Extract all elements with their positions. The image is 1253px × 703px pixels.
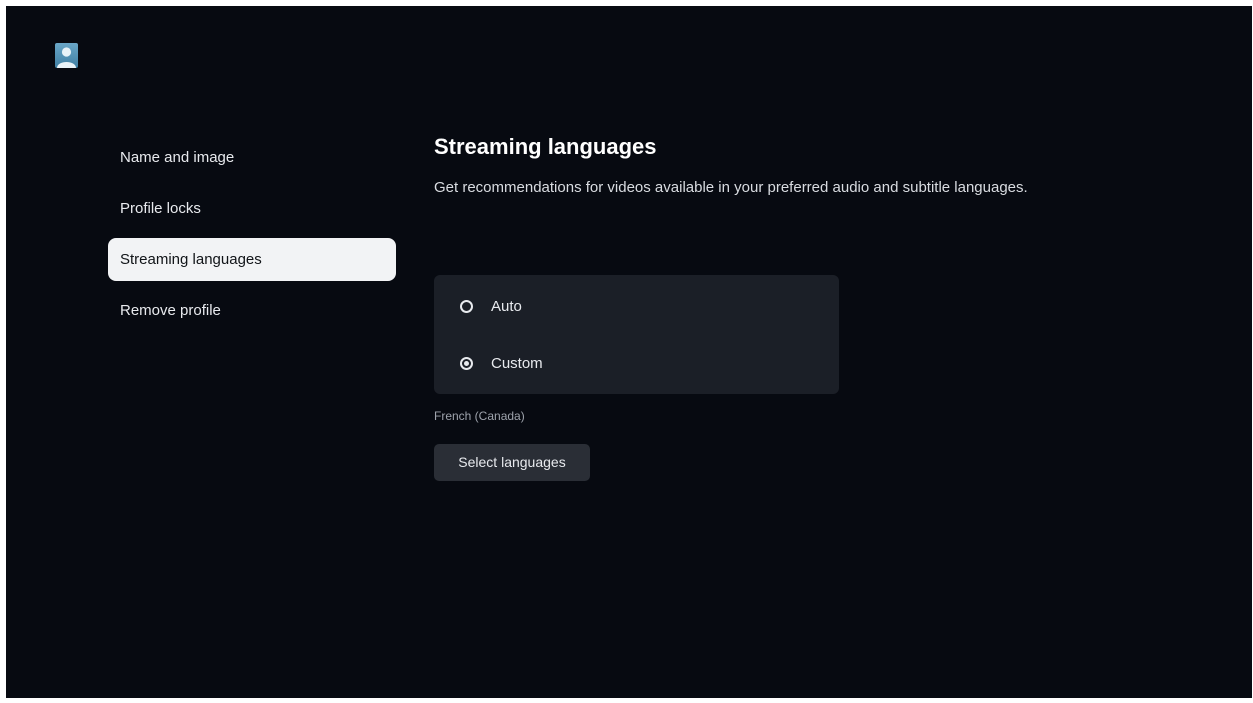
radio-option-label: Auto [491,297,522,315]
tv-screen: Name and image Profile locks Streaming l… [6,6,1252,698]
sidebar-item-name-and-image[interactable]: Name and image [108,136,396,179]
selected-language-text: French (Canada) [434,409,525,423]
sidebar-item-profile-locks[interactable]: Profile locks [108,187,396,230]
language-mode-radio-group: Auto Custom [434,275,839,394]
main-content: Streaming languages Get recommendations … [434,132,1074,481]
radio-unchecked-icon [460,299,473,313]
sidebar-item-label: Streaming languages [120,251,262,268]
page-title: Streaming languages [434,134,657,159]
page-description: Get recommendations for videos available… [434,179,1028,196]
profile-avatar[interactable] [55,43,78,68]
radio-option-label: Custom [491,354,543,372]
radio-option-custom[interactable]: Custom [460,352,543,374]
user-avatar-icon [57,47,76,68]
settings-sidebar: Name and image Profile locks Streaming l… [108,136,396,340]
sidebar-item-label: Remove profile [120,302,221,319]
sidebar-item-streaming-languages[interactable]: Streaming languages [108,238,396,281]
radio-option-auto[interactable]: Auto [460,295,522,317]
select-languages-button[interactable]: Select languages [434,444,590,481]
sidebar-item-label: Name and image [120,149,235,166]
sidebar-item-label: Profile locks [120,200,201,217]
sidebar-item-remove-profile[interactable]: Remove profile [108,289,396,332]
radio-checked-icon [460,356,473,370]
